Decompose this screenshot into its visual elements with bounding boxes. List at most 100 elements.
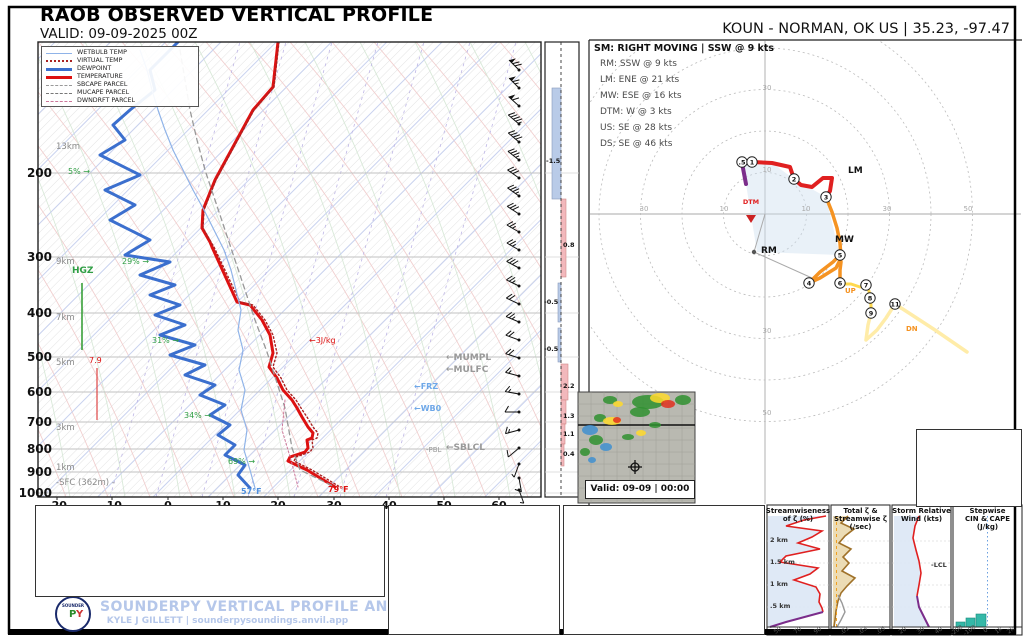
legend-label: VIRTUAL TEMP bbox=[77, 58, 122, 64]
svg-text:8: 8 bbox=[868, 294, 873, 302]
motion-label-DTM: DTM bbox=[743, 199, 759, 206]
skewt-annotation: 79°F bbox=[328, 486, 349, 494]
hodo-info-line: LM: ENE @ 21 kts bbox=[600, 76, 679, 85]
footer-app-title: SOUNDERPY VERTICAL PROFILE ANALYSIS TOOL bbox=[100, 600, 355, 614]
skewt-annotation: 7.9 bbox=[89, 357, 102, 365]
pressure-label-1000: 1000 bbox=[19, 487, 52, 499]
legend-item: TEMPERATURE bbox=[46, 73, 194, 81]
height-label: 3km bbox=[56, 424, 75, 433]
advection-value: 1.1 bbox=[563, 431, 575, 438]
ring-label: 10 bbox=[802, 206, 811, 213]
dewpoint-line-sample bbox=[46, 68, 72, 71]
advection-value: 1.3 bbox=[563, 413, 575, 420]
pressure-label-200: 200 bbox=[27, 167, 52, 179]
panel-title: Stepwise bbox=[970, 508, 1006, 515]
page-title: RAOB OBSERVED VERTICAL PROFILE bbox=[40, 6, 433, 25]
radar-valid-caption: Valid: 09-09 | 00:00 bbox=[585, 480, 695, 499]
advection-value: -1.5 bbox=[546, 158, 560, 165]
legend-item: DWNDRFT PARCEL bbox=[46, 97, 194, 105]
ring-label: 30 bbox=[763, 85, 772, 92]
legend-label: TEMPERATURE bbox=[77, 74, 123, 80]
panel-title: Total ζ & bbox=[843, 508, 877, 515]
svg-text:11: 11 bbox=[890, 300, 900, 308]
motion-label-LM: LM bbox=[848, 167, 863, 176]
skewt-annotation: -PBL bbox=[426, 447, 441, 454]
dwndrft-line-sample bbox=[46, 101, 72, 102]
panel-title: Streamwiseness bbox=[766, 508, 830, 515]
ring-label: 50 bbox=[964, 206, 973, 213]
skewt-annotation: ←MULFC bbox=[446, 366, 488, 375]
panel-ylabel: 1 km bbox=[770, 581, 788, 588]
legend-item: MUCAPE PARCEL bbox=[46, 89, 194, 97]
height-label: 1km bbox=[56, 464, 75, 473]
svg-text:3: 3 bbox=[824, 193, 829, 201]
station-id: KOUN - NORMAN, OK US | 35.23, -97.47 bbox=[722, 22, 1010, 37]
skewt-annotation: ←3J/kg bbox=[309, 337, 336, 345]
wetbulb-line-sample bbox=[46, 53, 72, 54]
advection-value: 0.4 bbox=[563, 451, 575, 458]
panel-title: Storm Relative bbox=[892, 508, 951, 515]
skewt-annotation: ←FRZ bbox=[414, 383, 438, 391]
ring-label: 30 bbox=[763, 328, 772, 335]
height-label: 5km bbox=[56, 359, 75, 368]
pressure-label-700: 700 bbox=[27, 416, 52, 428]
pressure-label-800: 800 bbox=[27, 443, 52, 455]
height-label: 7km bbox=[56, 314, 75, 323]
pressure-label-500: 500 bbox=[27, 351, 52, 363]
panel-ylabel: .5 km bbox=[770, 603, 790, 610]
hodo-info-line: DS: SE @ 46 kts bbox=[600, 140, 672, 149]
motion-label-MW: MW bbox=[835, 236, 854, 245]
legend-label: SBCAPE PARCEL bbox=[77, 82, 127, 88]
height-label: -SFC (362m) - bbox=[56, 479, 115, 488]
advection-value: 0.8 bbox=[563, 242, 575, 249]
kinematics-table-box bbox=[563, 505, 765, 635]
advection-value: -0.5 bbox=[544, 299, 558, 306]
svg-text:4: 4 bbox=[807, 279, 812, 287]
virtual-line-sample bbox=[46, 60, 72, 62]
skewt-annotation: 31% → bbox=[152, 337, 179, 345]
motion-label-RM: RM bbox=[761, 247, 777, 256]
ring-label: 30 bbox=[883, 206, 892, 213]
panel-ylabel: 1.5 km bbox=[770, 559, 795, 566]
panel-title: CIN & CAPE bbox=[965, 516, 1010, 523]
legend-label: WETBULB TEMP bbox=[77, 50, 127, 56]
pressure-label-600: 600 bbox=[27, 386, 52, 398]
panel-title: Streamwise ζ bbox=[834, 516, 887, 523]
skewt-annotation: 57°F bbox=[241, 488, 262, 496]
legend-label: MUCAPE PARCEL bbox=[77, 90, 129, 96]
sbcape-line-sample bbox=[46, 85, 72, 86]
panel-ylabel: 2 km bbox=[770, 537, 788, 544]
panel-ylabel: -LCL bbox=[931, 562, 947, 569]
hodo-info-line: MW: ESE @ 16 kts bbox=[600, 92, 682, 101]
stepwise-bar bbox=[976, 614, 986, 627]
moisture-table-box bbox=[388, 505, 560, 635]
ring-label: 50 bbox=[763, 410, 772, 417]
motion-label-UP: UP bbox=[845, 288, 856, 295]
pressure-label-300: 300 bbox=[27, 251, 52, 263]
legend-item: SBCAPE PARCEL bbox=[46, 81, 194, 89]
advection-value: 2.2 bbox=[563, 383, 575, 390]
hodo-info-line: SM: RIGHT MOVING | SSW @ 9 kts bbox=[594, 44, 774, 54]
skewt-annotation: ←SBLCL bbox=[446, 444, 485, 453]
mucape-line-sample bbox=[46, 93, 72, 94]
legend-item: WETBULB TEMP bbox=[46, 49, 194, 57]
ring-label: 10 bbox=[763, 167, 772, 174]
svg-text:9: 9 bbox=[869, 309, 874, 317]
srh-summary-box bbox=[916, 429, 1022, 507]
svg-text:2: 2 bbox=[792, 175, 797, 183]
pressure-label-900: 900 bbox=[27, 466, 52, 478]
panel-title: (/sec) bbox=[849, 524, 871, 531]
skewt-annotation: HGZ bbox=[72, 267, 93, 276]
svg-text:1: 1 bbox=[750, 158, 755, 166]
skewt-annotation: 69% → bbox=[228, 458, 255, 466]
ring-label: 10 bbox=[720, 206, 729, 213]
svg-text:.5: .5 bbox=[739, 158, 746, 166]
hodo-info-line: DTM: W @ 3 kts bbox=[600, 108, 672, 117]
skewt-annotation: ←WB0 bbox=[414, 405, 441, 413]
advection-value: -0.5 bbox=[544, 346, 558, 353]
valid-time: VALID: 09-09-2025 00Z bbox=[40, 28, 198, 42]
panel-title: Wind (kts) bbox=[901, 516, 942, 523]
legend-label: DWNDRFT PARCEL bbox=[77, 98, 135, 104]
pressure-label-400: 400 bbox=[27, 307, 52, 319]
skewt-annotation: 5% → bbox=[68, 168, 90, 176]
